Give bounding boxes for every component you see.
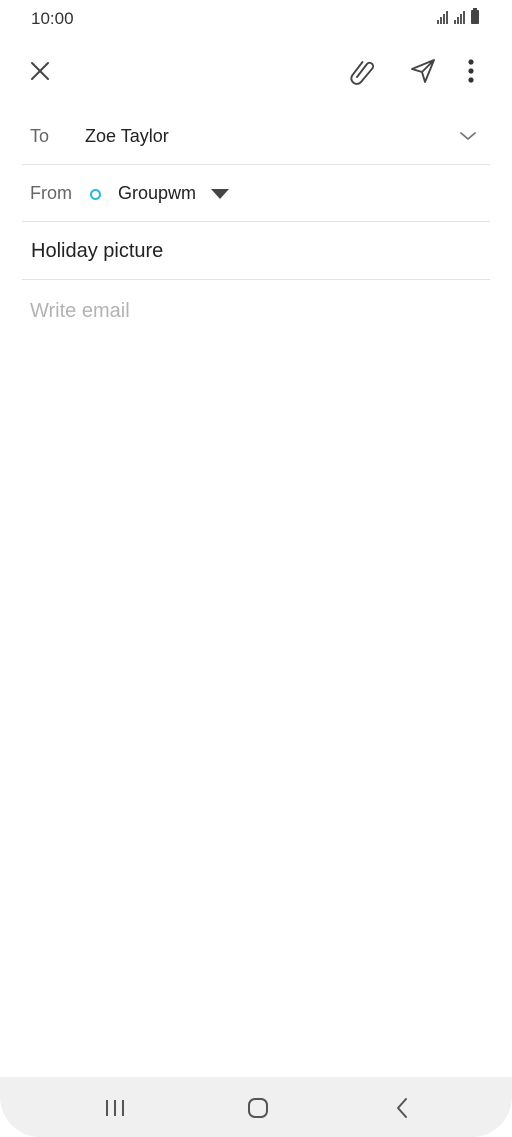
subject-field[interactable]: Holiday picture bbox=[22, 222, 490, 280]
signal-icon bbox=[437, 10, 448, 24]
email-body-input[interactable]: Write email bbox=[30, 300, 130, 323]
home-button[interactable] bbox=[238, 1091, 278, 1125]
dropdown-caret-icon[interactable] bbox=[211, 189, 229, 199]
more-vertical-icon bbox=[468, 59, 474, 83]
from-account[interactable]: Groupwm bbox=[118, 183, 196, 204]
to-label: To bbox=[30, 126, 50, 146]
status-time: 10:00 bbox=[31, 9, 74, 28]
battery-icon bbox=[471, 8, 479, 24]
recents-icon bbox=[106, 1100, 124, 1116]
chevron-down-icon[interactable] bbox=[458, 126, 478, 146]
close-icon bbox=[31, 62, 49, 80]
signal-icon bbox=[454, 10, 465, 24]
back-icon bbox=[397, 1098, 407, 1118]
to-field[interactable]: To Zoe Taylor bbox=[22, 108, 490, 165]
navigation-bar bbox=[0, 1077, 512, 1137]
attach-button[interactable] bbox=[345, 53, 381, 89]
paperclip-icon bbox=[350, 61, 374, 85]
status-icons bbox=[437, 8, 479, 24]
send-button[interactable] bbox=[405, 53, 441, 89]
compose-toolbar bbox=[0, 48, 512, 94]
from-label: From bbox=[30, 183, 72, 203]
more-options-button[interactable] bbox=[453, 53, 489, 89]
from-field[interactable]: From Groupwm bbox=[22, 165, 490, 222]
back-button[interactable] bbox=[382, 1091, 422, 1125]
close-button[interactable] bbox=[22, 53, 58, 89]
account-color-dot bbox=[90, 189, 101, 200]
home-icon bbox=[248, 1098, 268, 1118]
recents-button[interactable] bbox=[95, 1091, 135, 1125]
to-recipient[interactable]: Zoe Taylor bbox=[85, 126, 169, 147]
subject-text[interactable]: Holiday picture bbox=[31, 240, 163, 263]
status-bar: 10:00 bbox=[0, 0, 512, 38]
send-icon bbox=[411, 59, 435, 83]
